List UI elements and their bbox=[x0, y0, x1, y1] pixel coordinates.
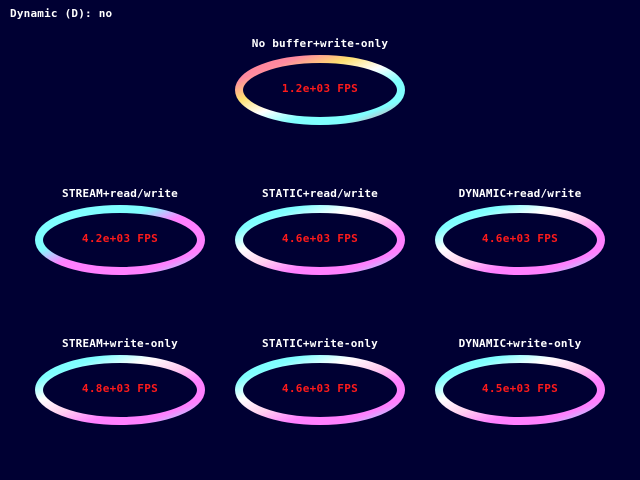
fps-readout: 4.6e+03 FPS bbox=[481, 232, 559, 245]
fps-readout: 4.6e+03 FPS bbox=[281, 232, 359, 245]
fps-readout: 4.8e+03 FPS bbox=[81, 382, 159, 395]
fps-readout: 4.2e+03 FPS bbox=[81, 232, 159, 245]
panel-stream-write-only: STREAM+write-only 4.8e+03 FPS bbox=[30, 337, 210, 457]
panel-title: STREAM+read/write bbox=[62, 187, 178, 200]
panel-dynamic-write-only: DYNAMIC+write-only 4.5e+03 FPS bbox=[430, 337, 610, 457]
panel-static-write-only: STATIC+write-only 4.6e+03 FPS bbox=[230, 337, 410, 457]
panel-title: DYNAMIC+write-only bbox=[458, 337, 582, 350]
panel-dynamic-read-write: DYNAMIC+read/write 4.6e+03 FPS bbox=[430, 187, 610, 307]
dynamic-mode-status: Dynamic (D): no bbox=[10, 7, 113, 20]
panel-static-read-write: STATIC+read/write 4.6e+03 FPS bbox=[230, 187, 410, 307]
panel-title: No buffer+write-only bbox=[251, 37, 389, 50]
panel-title: DYNAMIC+read/write bbox=[458, 187, 582, 200]
panel-title: STATIC+write-only bbox=[262, 337, 378, 350]
fps-readout: 1.2e+03 FPS bbox=[281, 82, 359, 95]
fps-readout: 4.6e+03 FPS bbox=[281, 382, 359, 395]
panel-no-buffer-write-only: No buffer+write-only 1.2e+03 FPS bbox=[230, 37, 410, 157]
fps-readout: 4.5e+03 FPS bbox=[481, 382, 559, 395]
panel-title: STREAM+write-only bbox=[62, 337, 178, 350]
panel-stream-read-write: STREAM+read/write 4.2e+03 FPS bbox=[30, 187, 210, 307]
panel-title: STATIC+read/write bbox=[262, 187, 378, 200]
benchmark-window: Dynamic (D): no No buffer+write-only 1.2… bbox=[0, 0, 640, 480]
